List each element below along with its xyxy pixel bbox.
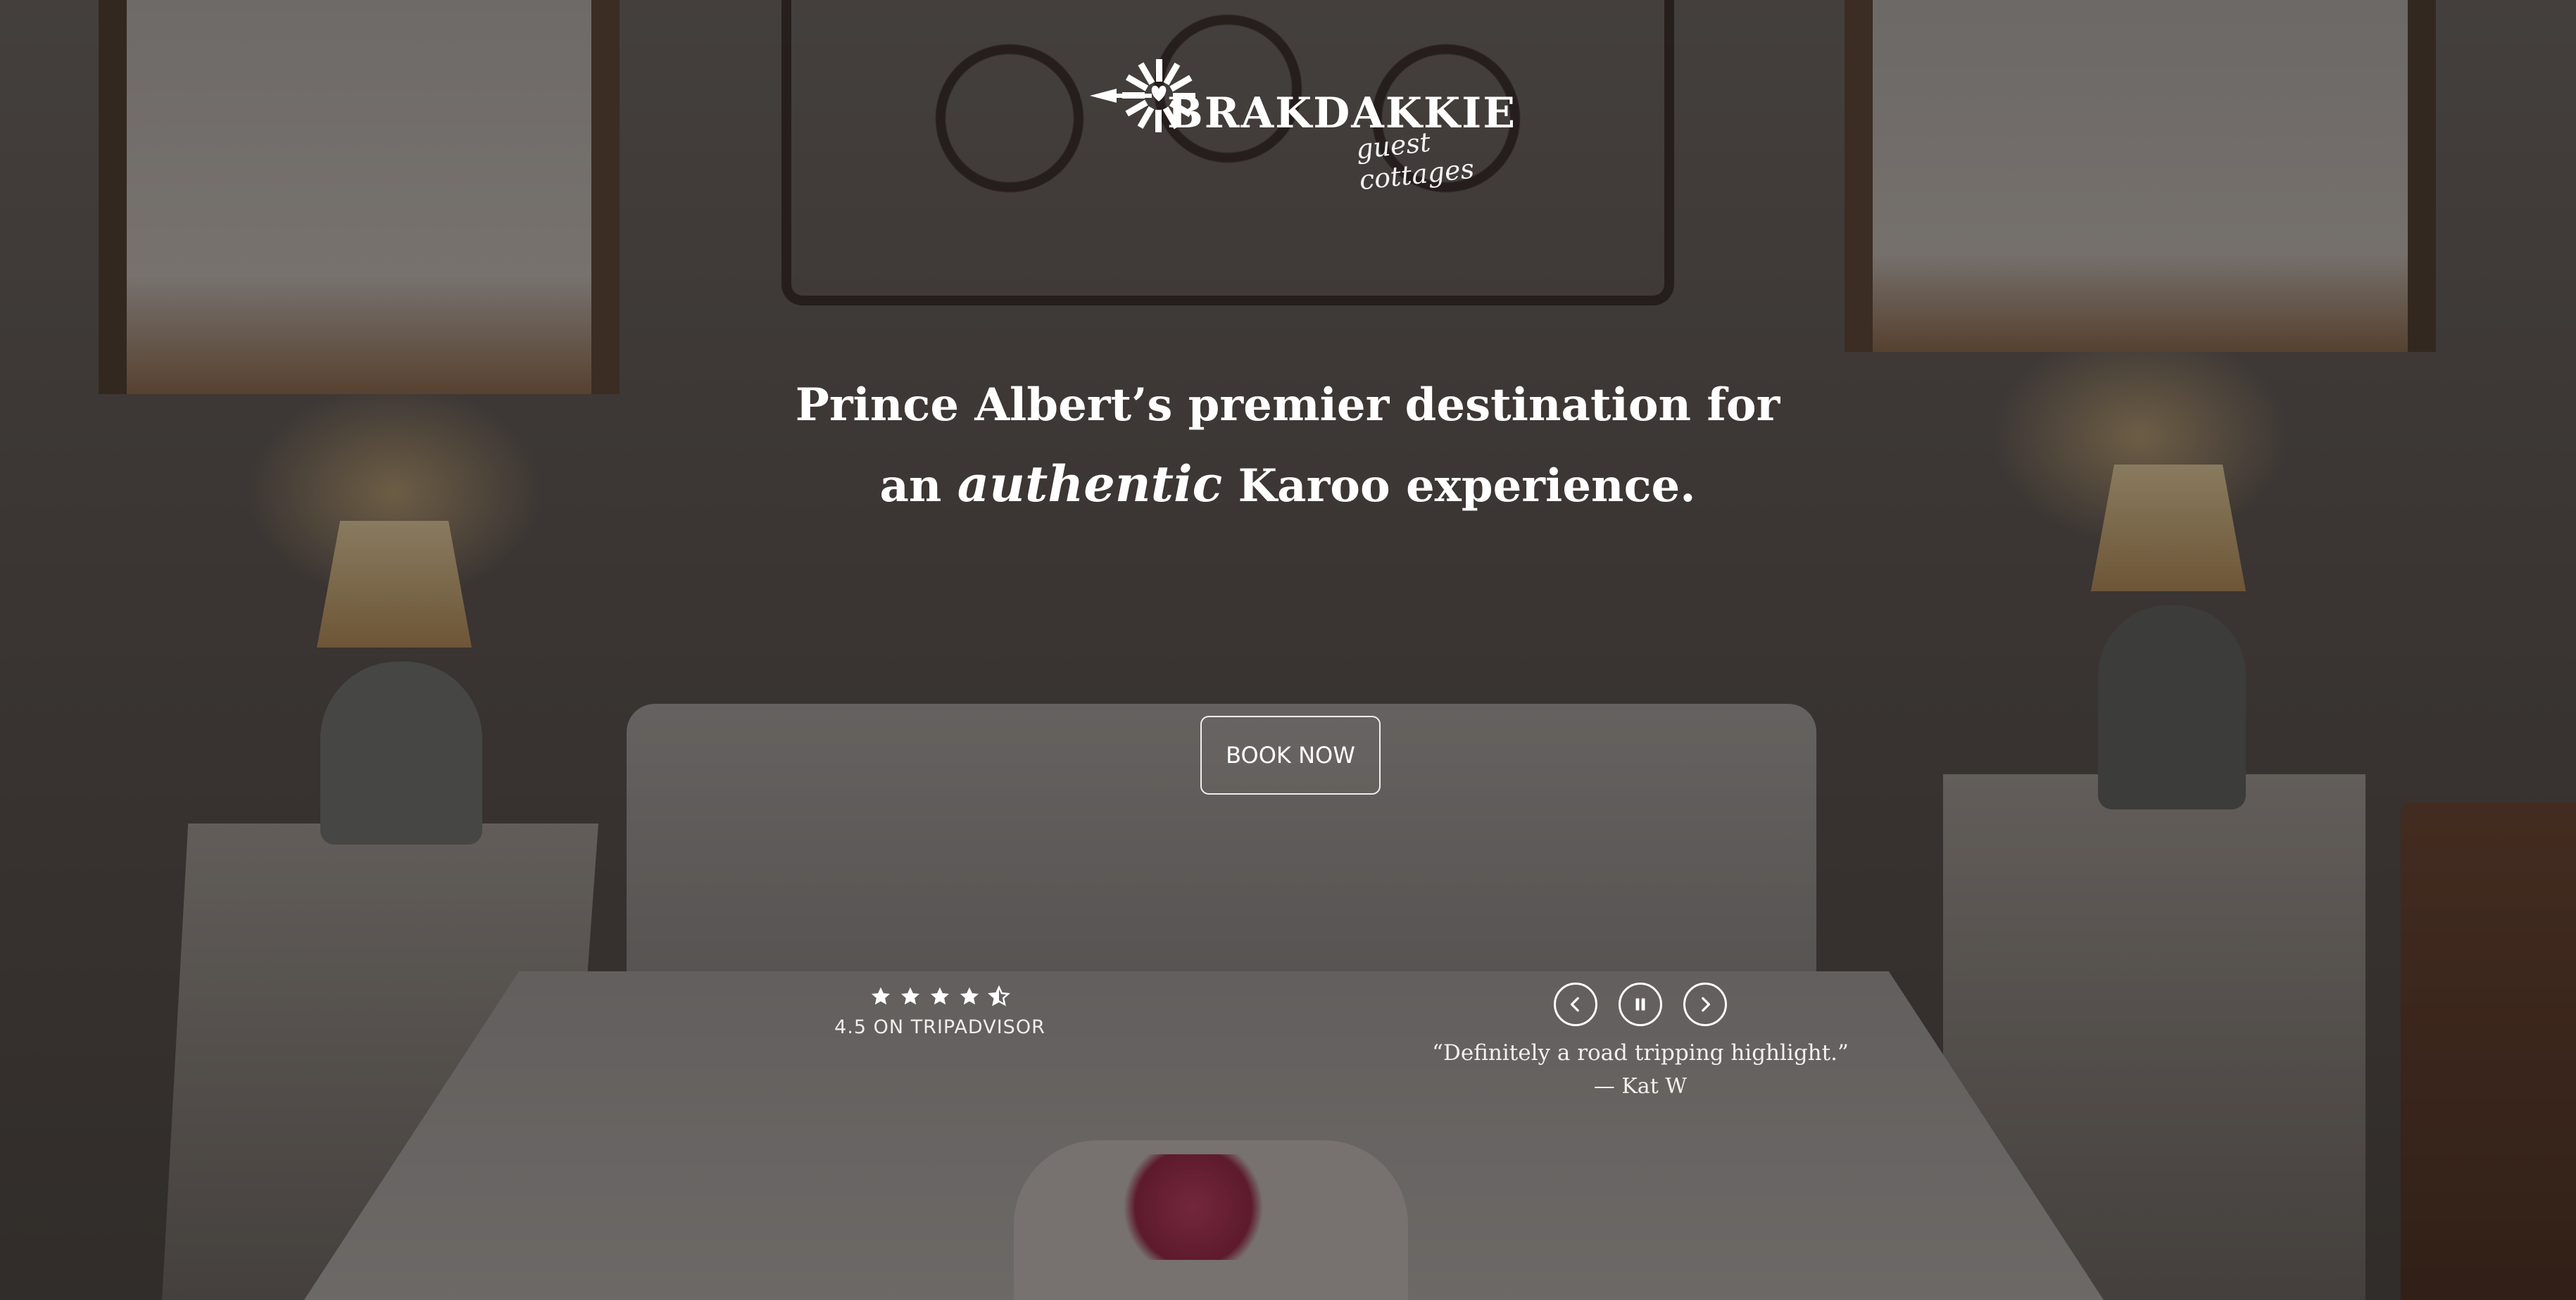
brand-logo[interactable]: BRAKDAKKIE guest cottages [1090, 49, 1515, 196]
testimonial-quote: “Definitely a road tripping highlight.” [1432, 1040, 1849, 1066]
pause-icon [1635, 998, 1645, 1011]
star-icon [930, 987, 950, 1005]
tagline-line-1: Prince Albert’s premier destination for [795, 379, 1780, 431]
star-icon [871, 987, 891, 1005]
chevron-right-icon [1702, 997, 1711, 1012]
rating-label: 4.5 ON TRIPADVISOR [834, 1016, 1045, 1038]
chevron-left-icon [1570, 997, 1579, 1012]
star-half-icon [988, 985, 1010, 1006]
carousel-pause-button[interactable] [1619, 983, 1662, 1026]
tagline-pre: an [879, 460, 942, 512]
star-icon [960, 987, 979, 1005]
hero-section: BRAKDAKKIE guest cottages Prince Albert’… [0, 0, 2576, 1300]
rating-stars [824, 985, 1056, 1008]
testimonial-carousel: “Definitely a road tripping highlight.” … [1429, 983, 1852, 1099]
tagline-line-2: an authentic Karoo experience. [724, 445, 1851, 526]
tripadvisor-rating[interactable]: 4.5 ON TRIPADVISOR [824, 985, 1056, 1038]
carousel-next-button[interactable] [1683, 983, 1727, 1026]
testimonial-author: — Kat W [1593, 1074, 1688, 1099]
tagline-accent: authentic [957, 455, 1223, 513]
carousel-controls [1429, 983, 1852, 1026]
book-now-button[interactable]: BOOK NOW [1200, 716, 1381, 795]
hero-tagline: Prince Albert’s premier destination for … [724, 366, 1851, 526]
tagline-post: Karoo experience. [1238, 460, 1696, 512]
star-icon [900, 987, 920, 1005]
hero-overlay [0, 0, 2576, 1300]
carousel-prev-button[interactable] [1554, 983, 1597, 1026]
